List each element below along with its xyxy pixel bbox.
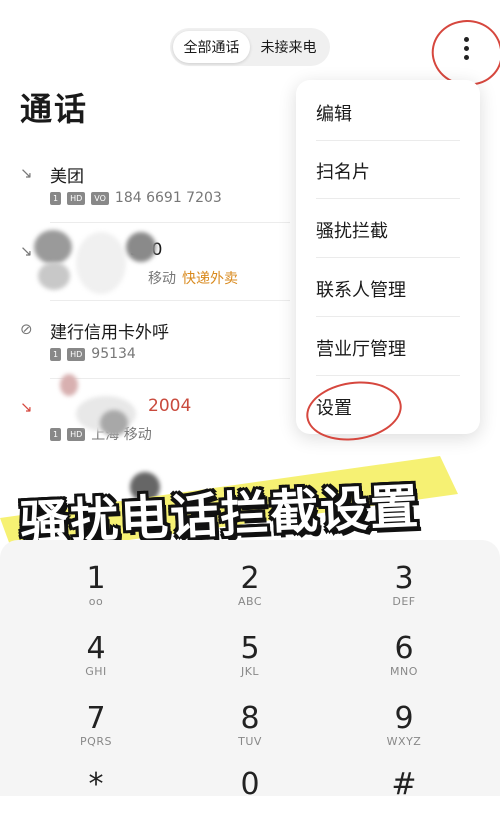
overflow-menu: 编辑 扫名片 骚扰拦截 联系人管理 营业厅管理 设置 [296,80,480,434]
dial-key-hash[interactable]: # [344,768,464,830]
caller-number: 184 6691 7203 [114,190,222,206]
privacy-blur [100,410,128,436]
key-digit: 9 [394,701,414,736]
menu-item-edit[interactable]: 编辑 [316,100,352,126]
voicemail-icon: oo [88,595,104,608]
dial-key-4[interactable]: 4 GHI [36,632,156,694]
call-row[interactable]: ↘ 2004 1 HD 上海 移动 [20,396,290,446]
dial-key-star[interactable]: * [36,768,156,830]
row-divider [50,300,290,301]
key-letters: MNO [390,665,418,678]
call-details: 1 HD VO 184 6691 7203 [50,190,222,206]
incoming-call-icon: ↘ [20,242,33,260]
caller-name: 美团 [50,167,84,187]
menu-item-harassment-block[interactable]: 骚扰拦截 [316,217,388,243]
menu-divider [316,316,460,317]
sim-badge: 1 [50,347,62,361]
missed-call-icon: ↘ [20,398,33,416]
key-letters: PQRS [80,735,112,748]
caller-name: 2004 [148,396,192,416]
key-letters: DEF [392,595,416,608]
key-digit: 8 [240,701,260,736]
call-filter-tabs: 全部通话 未接来电 [170,28,330,66]
menu-divider [316,198,460,199]
menu-item-scan-card[interactable]: 扫名片 [316,158,370,184]
menu-divider [316,375,460,376]
key-letters: WXYZ [386,735,422,748]
menu-item-contact-manage[interactable]: 联系人管理 [316,276,406,302]
key-digit: 7 [86,701,106,736]
key-digit: 5 [240,631,260,666]
key-letters: JKL [240,665,260,678]
tab-all-calls[interactable]: 全部通话 [173,31,250,63]
blocked-call-icon: ⊘ [20,320,33,338]
hd-badge: HD [67,427,86,441]
caller-location: 移动 [148,271,176,287]
row-divider [50,378,290,379]
call-details: 移动 快递外卖 [148,268,238,288]
privacy-blur [76,232,126,294]
call-row[interactable]: ↘ 美团 1 HD VO 184 6691 7203 [20,162,290,212]
key-digit: 0 [240,767,260,802]
volte-badge: VO [91,191,109,205]
caller-name: 建行信用卡外呼 [50,323,169,343]
incoming-call-icon: ↘ [20,164,33,182]
dial-key-3[interactable]: 3 DEF [344,562,464,624]
privacy-blur [60,374,78,396]
more-options-icon[interactable] [446,26,486,70]
key-letters: ABC [237,595,263,608]
page-title: 通话 [20,90,89,128]
dial-key-1[interactable]: 1 oo [36,562,156,624]
key-digit: 3 [394,561,414,596]
key-digit: * [88,767,104,802]
row-divider [50,222,290,223]
dial-key-0[interactable]: 0 [190,768,310,830]
sim-badge: 1 [50,427,62,441]
hd-badge: HD [67,347,86,361]
dial-key-6[interactable]: 6 MNO [344,632,464,694]
dial-key-9[interactable]: 9 WXYZ [344,702,464,764]
dial-key-8[interactable]: 8 TUV [190,702,310,764]
key-digit: 2 [240,561,260,596]
key-digit: # [391,767,417,802]
dial-key-2[interactable]: 2 ABC [190,562,310,624]
key-letters: TUV [238,735,262,748]
key-digit: 4 [86,631,106,666]
privacy-blur [126,232,156,262]
caller-tag: 快递外卖 [182,271,238,287]
call-row[interactable]: ⊘ 建行信用卡外呼 1 HD 95134 [20,318,290,368]
key-digit: 6 [394,631,414,666]
key-digit: 1 [86,561,106,596]
dial-key-5[interactable]: 5 JKL [190,632,310,694]
sim-badge: 1 [50,191,62,205]
caller-number: 95134 [91,346,136,362]
privacy-blur [38,262,70,290]
key-letters: GHI [85,665,107,678]
tab-missed-calls[interactable]: 未接来电 [250,31,327,63]
menu-divider [316,257,460,258]
hd-badge: HD [67,191,86,205]
menu-divider [316,140,460,141]
dial-key-7[interactable]: 7 PQRS [36,702,156,764]
privacy-blur [34,230,72,264]
menu-item-service-hall[interactable]: 营业厅管理 [316,335,406,361]
dial-pad: 1 oo 2 ABC 3 DEF 4 GHI 5 JKL 6 MNO 7 PQR… [0,540,500,802]
call-details: 1 HD 95134 [50,346,136,362]
